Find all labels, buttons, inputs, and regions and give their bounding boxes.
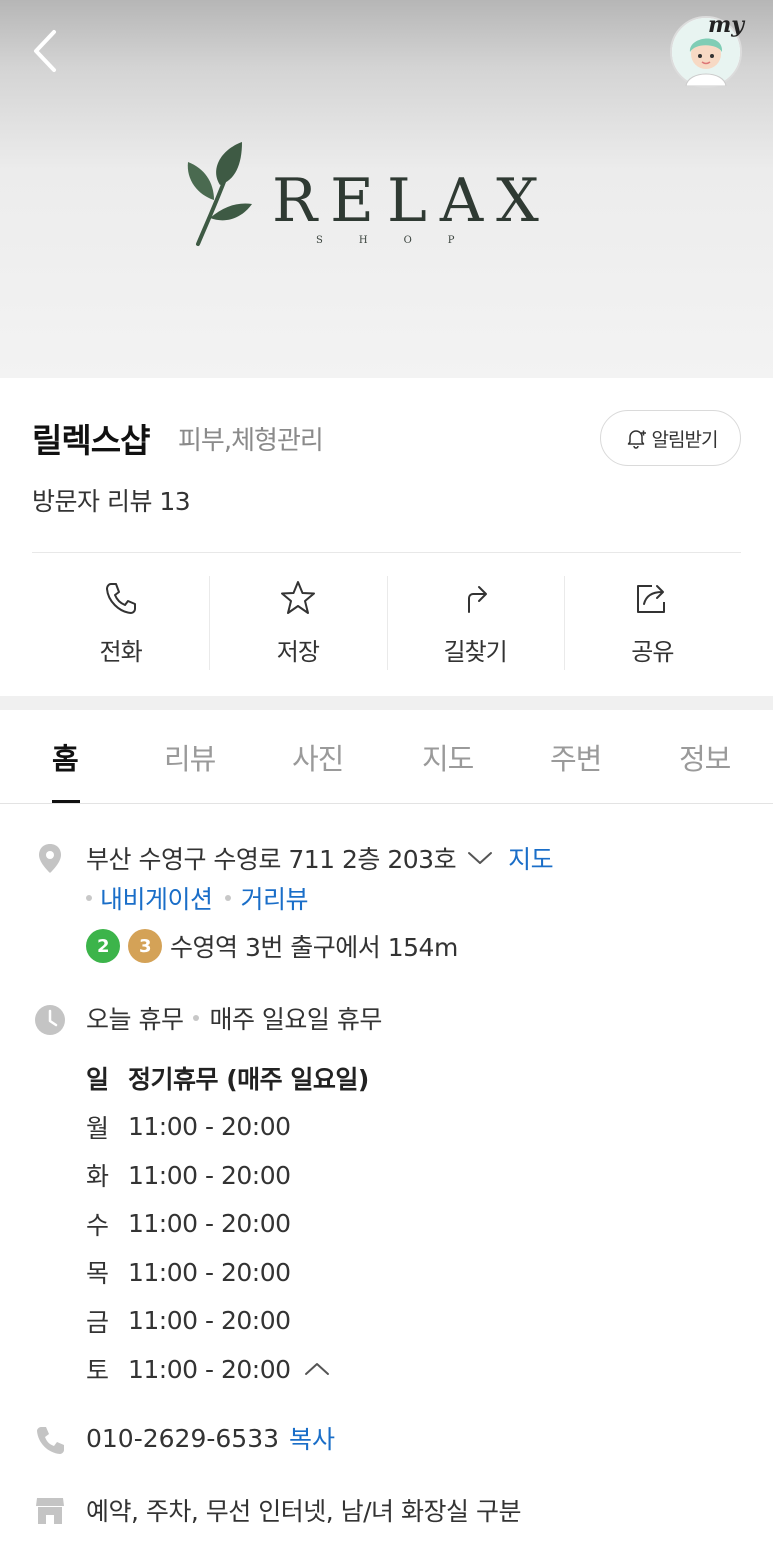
tab-info[interactable]: 정보 bbox=[679, 736, 731, 778]
share-label: 공유 bbox=[631, 638, 674, 666]
visitor-review-count[interactable]: 방문자 리뷰 13 bbox=[32, 482, 191, 518]
hours-row-wed: 수 11:00 - 20:00 bbox=[86, 1200, 586, 1249]
day-label: 토 bbox=[86, 1356, 109, 1386]
place-name: 릴렉스샵 bbox=[32, 421, 150, 460]
directions-icon bbox=[468, 586, 488, 613]
chevron-down-icon[interactable] bbox=[466, 848, 494, 868]
subway-line-3-badge: 3 bbox=[128, 929, 162, 963]
day-label: 수 bbox=[86, 1210, 109, 1240]
business-hours: 일 정기휴무 (매주 일요일) 월 11:00 - 20:00 화 11:00 … bbox=[86, 1054, 586, 1394]
subway-line-2-badge: 2 bbox=[86, 929, 120, 963]
bullet bbox=[193, 1015, 200, 1021]
subway-info: 2 3 수영역 3번 출구에서 154m bbox=[86, 928, 458, 964]
subway-distance: 수영역 3번 출구에서 154m bbox=[170, 933, 458, 962]
day-label: 일 bbox=[86, 1065, 109, 1095]
hours-time: 11:00 - 20:00 bbox=[128, 1160, 291, 1190]
hours-time: 11:00 - 20:00 bbox=[128, 1257, 291, 1287]
hours-time: 정기휴무 (매주 일요일) bbox=[128, 1065, 369, 1095]
tab-map[interactable]: 지도 bbox=[422, 736, 474, 778]
my-label: my bbox=[707, 12, 744, 38]
hours-row-fri: 금 11:00 - 20:00 bbox=[86, 1297, 586, 1346]
logo-wordmark: RELAX bbox=[272, 166, 552, 236]
hours-row-sat: 토 11:00 - 20:00 bbox=[86, 1345, 586, 1394]
address-links: 내비게이션 거리뷰 bbox=[86, 880, 309, 916]
alarm-label: 알림받기 bbox=[651, 428, 719, 451]
closed-note: 매주 일요일 휴무 bbox=[209, 1005, 382, 1034]
alarm-button[interactable]: 알림받기 bbox=[600, 410, 741, 466]
day-label: 월 bbox=[86, 1113, 109, 1143]
save-label: 저장 bbox=[276, 638, 320, 666]
my-profile-button[interactable]: my bbox=[670, 12, 744, 88]
hours-row-thu: 목 11:00 - 20:00 bbox=[86, 1248, 586, 1297]
share-button[interactable]: 공유 bbox=[563, 576, 741, 670]
active-tab-indicator bbox=[52, 800, 80, 803]
directions-button[interactable]: 길찾기 bbox=[386, 576, 564, 670]
chevron-up-icon[interactable] bbox=[303, 1359, 331, 1379]
tab-bar: 홈 리뷰 사진 지도 주변 정보 bbox=[0, 710, 773, 804]
street-view-link[interactable]: 거리뷰 bbox=[241, 880, 309, 916]
phone-row: 010-2629-6533 복사 bbox=[86, 1420, 335, 1456]
phone-number[interactable]: 010-2629-6533 bbox=[86, 1424, 279, 1453]
call-button[interactable]: 전화 bbox=[32, 576, 209, 670]
bullet bbox=[86, 895, 92, 901]
clock-icon bbox=[35, 1005, 65, 1035]
phone-icon bbox=[105, 583, 136, 614]
shop-logo: RELAX SHOP bbox=[180, 140, 560, 260]
navigation-link[interactable]: 내비게이션 bbox=[100, 880, 213, 916]
hero-image: RELAX SHOP my bbox=[0, 0, 773, 378]
star-icon bbox=[280, 581, 315, 614]
location-pin-icon bbox=[39, 844, 61, 873]
divider bbox=[32, 552, 741, 553]
today-status-text: 오늘 휴무 bbox=[86, 1005, 184, 1034]
map-link[interactable]: 지도 bbox=[508, 840, 554, 876]
hours-row-mon: 월 11:00 - 20:00 bbox=[86, 1103, 586, 1152]
store-icon bbox=[36, 1498, 64, 1524]
phone-icon bbox=[37, 1427, 64, 1454]
tab-photo[interactable]: 사진 bbox=[292, 736, 344, 778]
day-label: 목 bbox=[86, 1259, 109, 1289]
address-row: 부산 수영구 수영로 711 2층 203호 지도 bbox=[86, 840, 554, 876]
call-label: 전화 bbox=[99, 638, 143, 666]
back-button[interactable] bbox=[26, 26, 70, 76]
hours-time: 11:00 - 20:00 bbox=[128, 1306, 291, 1336]
section-divider bbox=[0, 696, 773, 710]
hours-row-sun: 일 정기휴무 (매주 일요일) bbox=[86, 1054, 586, 1103]
chevron-left-icon bbox=[34, 30, 56, 72]
hours-time: 11:00 - 20:00 bbox=[128, 1354, 291, 1384]
hours-time: 11:00 - 20:00 bbox=[128, 1112, 291, 1142]
day-label: 금 bbox=[86, 1307, 109, 1337]
tab-home[interactable]: 홈 bbox=[52, 736, 79, 778]
copy-phone-button[interactable]: 복사 bbox=[289, 1420, 335, 1456]
logo-subtext: SHOP bbox=[316, 235, 491, 246]
save-button[interactable]: 저장 bbox=[209, 576, 386, 670]
leaf-icon bbox=[187, 142, 252, 246]
place-info: 릴렉스샵 피부,체형관리 알림받기 방문자 리뷰 13 전화 저장 길찾기 공유 bbox=[0, 378, 773, 696]
bell-plus-icon bbox=[627, 430, 646, 449]
action-bar: 전화 저장 길찾기 공유 bbox=[32, 576, 741, 670]
day-label: 화 bbox=[86, 1162, 109, 1192]
amenities-text: 예약, 주차, 무선 인터넷, 남/녀 화장실 구분 bbox=[86, 1497, 521, 1526]
hours-time: 11:00 - 20:00 bbox=[128, 1209, 291, 1239]
bullet bbox=[224, 895, 231, 901]
tab-nearby[interactable]: 주변 bbox=[550, 736, 602, 778]
share-icon bbox=[637, 585, 666, 613]
today-status: 오늘 휴무 매주 일요일 휴무 bbox=[86, 1000, 382, 1036]
address-text: 부산 수영구 수영로 711 2층 203호 bbox=[86, 845, 457, 874]
directions-label: 길찾기 bbox=[443, 638, 508, 666]
tab-review[interactable]: 리뷰 bbox=[164, 736, 216, 778]
hours-row-tue: 화 11:00 - 20:00 bbox=[86, 1151, 586, 1200]
place-category: 피부,체형관리 bbox=[178, 426, 324, 456]
